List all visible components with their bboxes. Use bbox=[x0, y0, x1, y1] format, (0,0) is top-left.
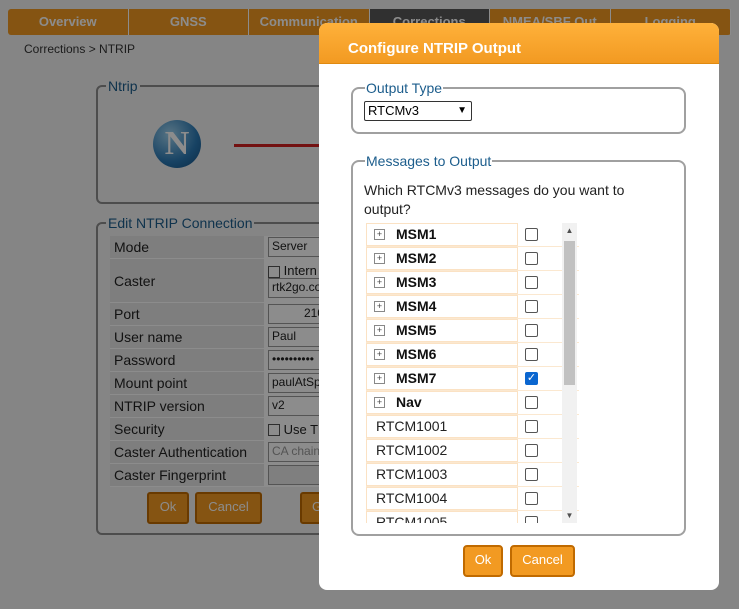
expand-icon[interactable]: + bbox=[374, 349, 385, 360]
messages-legend: Messages to Output bbox=[366, 153, 492, 169]
scroll-down-icon[interactable]: ▼ bbox=[562, 511, 577, 520]
expand-icon[interactable]: + bbox=[374, 277, 385, 288]
expand-icon[interactable]: + bbox=[374, 229, 385, 240]
rtcm1002-checkbox[interactable] bbox=[525, 444, 538, 457]
expand-icon[interactable]: + bbox=[374, 397, 385, 408]
list-item-rtcm1004[interactable]: RTCM1004 bbox=[366, 487, 579, 511]
msm1-checkbox[interactable] bbox=[525, 228, 538, 241]
list-item-msm1[interactable]: + MSM1 bbox=[366, 223, 579, 247]
msm5-checkbox[interactable] bbox=[525, 324, 538, 337]
output-type-legend: Output Type bbox=[366, 80, 443, 96]
dialog-ok-button[interactable]: Ok bbox=[463, 545, 503, 577]
dialog-header: Configure NTRIP Output bbox=[319, 23, 719, 64]
msm3-checkbox[interactable] bbox=[525, 276, 538, 289]
configure-ntrip-dialog: Configure NTRIP Output Output Type RTCMv… bbox=[319, 23, 719, 590]
messages-scrollbar[interactable]: ▲ ▼ bbox=[562, 223, 577, 523]
scrollbar-thumb[interactable] bbox=[564, 241, 575, 385]
msm4-checkbox[interactable] bbox=[525, 300, 538, 313]
dialog-cancel-button[interactable]: Cancel bbox=[510, 545, 575, 577]
expand-icon[interactable]: + bbox=[374, 325, 385, 336]
list-item-msm3[interactable]: + MSM3 bbox=[366, 271, 579, 295]
rtcm1003-checkbox[interactable] bbox=[525, 468, 538, 481]
rtcm1005-checkbox[interactable] bbox=[525, 516, 538, 523]
rtcm1004-checkbox[interactable] bbox=[525, 492, 538, 505]
messages-list: + MSM1 + MSM2 + MSM3 + MSM4 + MSM5 + MSM6 + MSM… bbox=[366, 223, 579, 523]
list-item-rtcm1003[interactable]: RTCM1003 bbox=[366, 463, 579, 487]
messages-question: Which RTCMv3 messages do you want to out… bbox=[364, 182, 625, 217]
expand-icon[interactable]: + bbox=[374, 253, 385, 264]
dialog-title: Configure NTRIP Output bbox=[348, 40, 522, 57]
list-item-rtcm1005[interactable]: RTCM1005 bbox=[366, 511, 579, 523]
list-item-msm5[interactable]: + MSM5 bbox=[366, 319, 579, 343]
msm7-checkbox[interactable]: ✓ bbox=[525, 372, 538, 385]
list-item-msm2[interactable]: + MSM2 bbox=[366, 247, 579, 271]
list-item-rtcm1001[interactable]: RTCM1001 bbox=[366, 415, 579, 439]
output-type-select[interactable]: RTCMv3 ▼ bbox=[364, 101, 472, 121]
expand-icon[interactable]: + bbox=[374, 373, 385, 384]
list-item-msm6[interactable]: + MSM6 bbox=[366, 343, 579, 367]
msm6-checkbox[interactable] bbox=[525, 348, 538, 361]
msm2-checkbox[interactable] bbox=[525, 252, 538, 265]
chevron-down-icon: ▼ bbox=[457, 105, 467, 116]
list-item-nav[interactable]: + Nav bbox=[366, 391, 579, 415]
list-item-rtcm1002[interactable]: RTCM1002 bbox=[366, 439, 579, 463]
output-type-value: RTCMv3 bbox=[368, 103, 420, 118]
expand-icon[interactable]: + bbox=[374, 301, 385, 312]
rtcm1001-checkbox[interactable] bbox=[525, 420, 538, 433]
list-item-msm4[interactable]: + MSM4 bbox=[366, 295, 579, 319]
list-item-msm7[interactable]: + MSM7 ✓ bbox=[366, 367, 579, 391]
scroll-up-icon[interactable]: ▲ bbox=[562, 226, 577, 235]
nav-checkbox[interactable] bbox=[525, 396, 538, 409]
